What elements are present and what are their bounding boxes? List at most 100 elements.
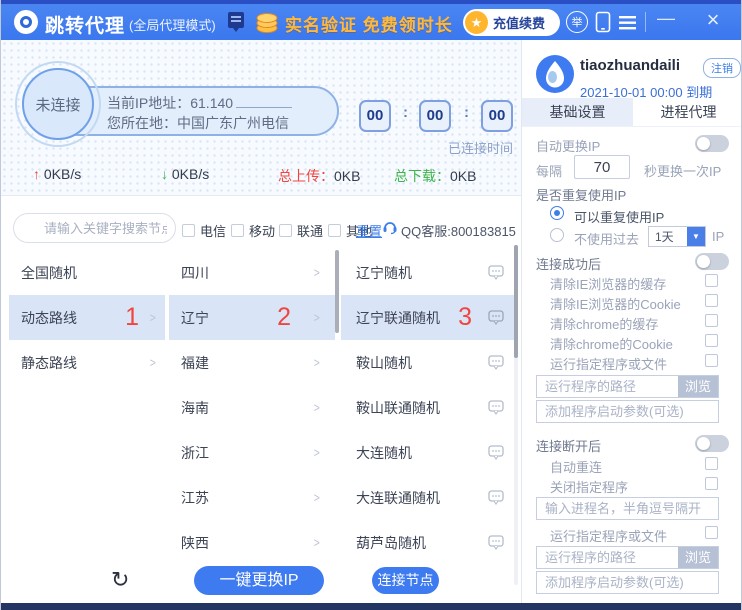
close-button[interactable]: ×	[697, 7, 729, 33]
node-comment-icon[interactable]	[488, 445, 504, 463]
minimize-button[interactable]: —	[651, 8, 681, 29]
after-connect-toggle[interactable]	[695, 253, 729, 270]
refresh-icon[interactable]: ↻	[111, 567, 129, 593]
annotation-marker-3: 3	[458, 305, 472, 330]
node-row[interactable]: 鞍山联通随机	[341, 385, 518, 430]
filter-unicom[interactable]: 联通	[279, 221, 323, 240]
node-row[interactable]: 葫芦岛随机	[341, 520, 518, 565]
chevron-right-icon: >	[150, 355, 156, 370]
run-program-checkbox[interactable]	[705, 354, 718, 367]
coins-icon[interactable]	[255, 12, 279, 39]
annotation-marker-2: 2	[277, 305, 291, 330]
node-row-selected[interactable]: 辽宁联通随机 3	[341, 295, 518, 340]
clear-chrome-cookie-checkbox[interactable]	[705, 334, 718, 347]
run-program2-checkbox[interactable]	[705, 526, 718, 539]
mobile-app-icon[interactable]	[595, 11, 611, 38]
after-disconnect-toggle[interactable]	[695, 435, 729, 452]
close-program-label: 关闭指定程序	[550, 477, 628, 496]
checkbox-icon[interactable]	[231, 224, 244, 237]
menu-icon[interactable]	[619, 16, 636, 35]
run-path2-input[interactable]	[537, 547, 678, 568]
run-path-input[interactable]	[537, 376, 678, 397]
after-connect-title: 连接成功后	[536, 254, 601, 273]
run-program2-label: 运行指定程序或文件	[550, 526, 667, 545]
node-row[interactable]: 全国随机	[9, 250, 165, 295]
node-comment-icon[interactable]	[488, 400, 504, 418]
interval-prefix: 每隔	[536, 161, 562, 180]
clear-chrome-cookie-label: 清除chrome的Cookie	[550, 334, 673, 353]
connection-state-indicator[interactable]: 未连接	[15, 61, 101, 147]
node-row[interactable]: 四川>	[169, 250, 335, 295]
node-comment-icon[interactable]	[488, 310, 504, 328]
reuse-period-dropdown[interactable]: 1天 ▼	[648, 226, 706, 247]
close-program-checkbox[interactable]	[705, 477, 718, 490]
current-ip-line: 当前IP地址：61.140	[107, 93, 337, 113]
node-comment-icon[interactable]	[488, 265, 504, 283]
node-comment-icon[interactable]	[488, 490, 504, 508]
node-comment-icon[interactable]	[488, 535, 504, 553]
recharge-button[interactable]: ★ 充值续费	[463, 9, 560, 36]
args2-input[interactable]	[536, 571, 719, 594]
node-comment-icon[interactable]	[488, 355, 504, 373]
filter-telecom[interactable]: 电信	[182, 221, 226, 240]
checkbox-icon[interactable]	[279, 224, 292, 237]
node-row[interactable]: 福建>	[169, 340, 335, 385]
node-row[interactable]: 鞍山随机	[341, 340, 518, 385]
connect-node-button[interactable]: 连接节点	[372, 567, 439, 594]
clear-ie-cookie-checkbox[interactable]	[705, 294, 718, 307]
promo-link[interactable]: 实名验证 免费领时长	[285, 11, 453, 36]
node-row[interactable]: 江苏>	[169, 475, 335, 520]
node-label: 陕西	[181, 533, 209, 553]
upload-speed: ↑ 0KB/s	[33, 166, 81, 182]
down-arrow-icon: ↓	[161, 166, 168, 182]
run-program-label: 运行指定程序或文件	[550, 354, 667, 373]
report-icon[interactable]: 举	[566, 11, 588, 33]
reset-link[interactable]: 重置	[356, 221, 382, 240]
process-names-input[interactable]	[536, 497, 719, 520]
node-row[interactable]: 大连联通随机	[341, 475, 518, 520]
logout-button[interactable]: 注销	[703, 58, 741, 78]
node-row[interactable]: 静态路线 >	[9, 340, 165, 385]
node-row[interactable]: 海南>	[169, 385, 335, 430]
annotation-marker-1: 1	[125, 305, 139, 330]
node-row-selected[interactable]: 动态路线 1 >	[9, 295, 165, 340]
app-window: 跳转代理 (全局代理模式) 实名验证 免费领时长 ★ 充值续费 举	[0, 0, 742, 610]
tab-basic-settings[interactable]: 基础设置	[522, 98, 633, 127]
browse-button[interactable]: 浏览	[678, 547, 718, 568]
tab-process-proxy[interactable]: 进程代理	[633, 98, 742, 127]
node-row-selected[interactable]: 辽宁 2 >	[169, 295, 335, 340]
node-row[interactable]: 辽宁随机	[341, 250, 518, 295]
reuse-ip-title: 是否重复使用IP	[536, 185, 626, 204]
scrollbar-thumb[interactable]	[335, 250, 339, 333]
dropdown-arrow-icon[interactable]: ▼	[687, 227, 705, 246]
reuse-allowed-radio[interactable]	[550, 206, 564, 220]
node-row[interactable]: 陕西>	[169, 520, 335, 565]
reuse-allowed-label: 可以重复使用IP	[574, 207, 664, 226]
clear-chrome-cache-label: 清除chrome的缓存	[550, 314, 658, 333]
clear-ie-cache-checkbox[interactable]	[705, 274, 718, 287]
checkbox-icon[interactable]	[328, 224, 341, 237]
interval-input[interactable]	[574, 155, 630, 179]
checkbox-icon[interactable]	[182, 224, 195, 237]
node-label: 鞍山联通随机	[356, 398, 440, 418]
filter-mobile[interactable]: 移动	[231, 221, 275, 240]
args-input[interactable]	[536, 400, 719, 423]
no-reuse-radio[interactable]	[550, 228, 564, 242]
search-input[interactable]	[13, 213, 176, 243]
auto-reconnect-checkbox[interactable]	[705, 457, 718, 470]
node-label: 辽宁联通随机	[356, 308, 440, 328]
avatar	[535, 54, 575, 99]
node-row[interactable]: 浙江>	[169, 430, 335, 475]
browse-button[interactable]: 浏览	[678, 376, 718, 397]
node-row[interactable]: 大连随机	[341, 430, 518, 475]
change-ip-button[interactable]: 一键更换IP	[194, 566, 324, 595]
chevron-right-icon: >	[314, 400, 320, 415]
clear-chrome-cache-checkbox[interactable]	[705, 314, 718, 327]
auto-change-ip-toggle[interactable]	[695, 135, 729, 152]
scrollbar-thumb[interactable]	[514, 245, 518, 358]
proxy-mode-label: (全局代理模式)	[129, 15, 216, 34]
connection-state-label: 未连接	[35, 94, 80, 115]
node-label: 浙江	[181, 443, 209, 463]
ip-value: 61.140	[190, 95, 233, 111]
node-label: 四川	[181, 263, 209, 283]
